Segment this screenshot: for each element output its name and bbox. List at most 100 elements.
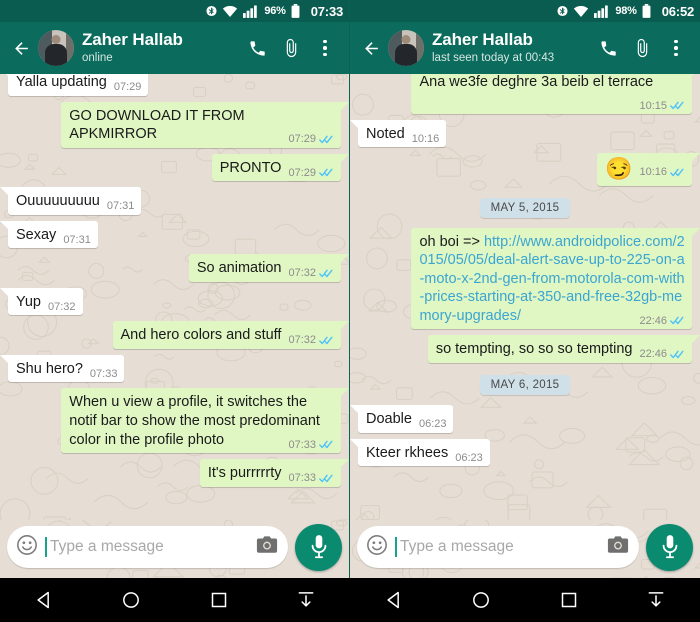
message-meta: 07:33 — [90, 367, 118, 381]
message-bubble[interactable]: Noted 10:16 — [350, 119, 447, 148]
message-row: Ouuuuuuuuu 07:31 — [0, 187, 341, 215]
message-bubble[interactable]: 😏 10:16 — [597, 153, 700, 186]
phone-screen-right: 98% 06:52 Zaher Hallab last seen today a… — [350, 0, 700, 578]
hide-keyboard-icon[interactable] — [636, 585, 676, 615]
message-row: Kteer rkhees 06:23 — [350, 438, 692, 467]
hide-keyboard-icon[interactable] — [286, 585, 326, 615]
date-divider-label: MAY 6, 2015 — [479, 375, 571, 395]
message-text: 😏 — [605, 156, 633, 182]
message-bubble[interactable]: And hero colors and stuff 07:32 — [112, 321, 349, 349]
message-input-bar[interactable]: Type a message — [7, 526, 288, 568]
message-text: PRONTO — [219, 159, 282, 176]
message-bubble[interactable]: Yup 07:32 — [0, 287, 83, 316]
message-bubble[interactable]: Doable 06:23 — [350, 405, 454, 433]
chat-message-area[interactable]: Ana we3fe deghre 3a beib el terrace 10:15… — [350, 74, 700, 520]
message-timestamp: 10:15 — [639, 99, 667, 112]
message-text: Ouuuuuuuuu — [16, 193, 100, 210]
contact-avatar[interactable] — [38, 30, 74, 66]
message-row: It's purrrrrty 07:33 — [8, 459, 349, 487]
read-receipt-icon — [670, 315, 685, 326]
status-bar-clock: 06:52 — [661, 3, 694, 19]
message-bubble[interactable]: Sexay 07:31 — [0, 220, 98, 249]
message-meta: 07:31 — [107, 199, 135, 213]
message-text: so tempting, so so so tempting — [435, 341, 633, 358]
message-meta: 06:23 — [455, 451, 483, 465]
message-bubble[interactable]: Shu hero? 07:33 — [0, 354, 125, 383]
microphone-icon[interactable] — [295, 523, 342, 571]
message-timestamp: 07:31 — [106, 200, 135, 213]
message-bubble[interactable]: Ouuuuuuuuu 07:31 — [0, 187, 142, 215]
chat-message-area[interactable]: Yalla updating 07:29 GO DOWNLOAD IT FROM … — [0, 74, 349, 520]
message-timestamp: 07:32 — [288, 267, 316, 280]
wifi-icon — [573, 5, 589, 18]
recents-nav-icon[interactable] — [199, 585, 239, 615]
message-input-placeholder[interactable]: Type a message — [400, 538, 600, 556]
text-cursor — [395, 537, 397, 557]
message-bubble[interactable]: When u view a profile, it switches the n… — [61, 388, 349, 454]
message-row: 😏 10:16 — [358, 153, 700, 186]
message-bubble[interactable]: so tempting, so so so tempting 22:46 — [427, 335, 700, 363]
home-nav-icon[interactable] — [461, 585, 501, 615]
message-bubble[interactable]: Ana we3fe deghre 3a beib el terrace 10:15 — [411, 74, 700, 114]
read-receipt-icon — [319, 439, 334, 450]
message-timestamp: 07:32 — [288, 334, 316, 347]
message-input-placeholder[interactable]: Type a message — [50, 538, 249, 556]
paperclip-icon[interactable] — [275, 28, 307, 68]
phone-call-icon[interactable] — [241, 28, 273, 68]
message-timestamp: 07:33 — [288, 438, 316, 451]
contact-presence-status: last seen today at 00:43 — [432, 51, 555, 64]
bluetooth-icon — [206, 4, 217, 18]
back-arrow-icon[interactable] — [6, 39, 36, 58]
overflow-menu-icon[interactable] — [309, 28, 341, 68]
signal-icon — [594, 5, 610, 18]
camera-icon[interactable] — [256, 535, 278, 559]
message-bubble[interactable]: oh boi => http://www.androidpolice.com/2… — [411, 227, 700, 330]
contact-info[interactable]: Zaher Hallab last seen today at 00:43 — [432, 30, 592, 65]
message-text: Ana we3fe deghre 3a beib el terrace — [419, 74, 654, 90]
message-text: Sexay — [16, 226, 57, 243]
message-composer: Type a message — [0, 520, 349, 578]
message-bubble[interactable]: GO DOWNLOAD IT FROM APKMIRROR 07:29 — [61, 101, 349, 148]
message-composer: Type a message — [350, 520, 700, 578]
recents-nav-icon[interactable] — [549, 585, 589, 615]
message-row: Yup 07:32 — [0, 287, 341, 316]
message-text: When u view a profile, it switches the n… — [69, 394, 320, 448]
message-row: So animation 07:32 — [8, 254, 349, 282]
message-row: Yalla updating 07:29 — [0, 74, 341, 96]
back-arrow-icon[interactable] — [356, 39, 386, 58]
message-input-bar[interactable]: Type a message — [357, 526, 639, 568]
message-bubble[interactable]: So animation 07:32 — [188, 254, 349, 282]
message-meta: 07:29 — [288, 132, 334, 146]
message-list: Ana we3fe deghre 3a beib el terrace 10:15… — [350, 74, 700, 472]
phone-call-icon[interactable] — [592, 28, 624, 68]
message-row: so tempting, so so so tempting 22:46 — [358, 335, 700, 363]
message-bubble[interactable]: PRONTO 07:29 — [211, 153, 349, 182]
overflow-menu-icon[interactable] — [660, 28, 692, 68]
camera-icon[interactable] — [607, 535, 629, 559]
message-bubble[interactable]: Kteer rkhees 06:23 — [350, 438, 490, 467]
paperclip-icon[interactable] — [626, 28, 658, 68]
back-nav-icon[interactable] — [374, 585, 414, 615]
message-row: oh boi => http://www.androidpolice.com/2… — [358, 227, 700, 330]
message-timestamp: 07:32 — [48, 300, 76, 313]
message-timestamp: 06:23 — [418, 418, 447, 430]
message-row: Ana we3fe deghre 3a beib el terrace 10:15 — [358, 74, 700, 114]
back-nav-icon[interactable] — [24, 585, 64, 615]
microphone-icon[interactable] — [646, 523, 693, 571]
home-nav-icon[interactable] — [111, 585, 151, 615]
message-text: Doable — [366, 411, 412, 427]
message-bubble[interactable]: Yalla updating 07:29 — [0, 74, 149, 96]
message-meta: 07:33 — [288, 471, 334, 485]
emoji-smiley-icon[interactable] — [366, 534, 388, 561]
date-divider: MAY 5, 2015 — [358, 197, 692, 218]
message-bubble[interactable]: It's purrrrrty 07:33 — [199, 459, 349, 487]
contact-info[interactable]: Zaher Hallab online — [82, 30, 241, 65]
battery-icon — [291, 4, 300, 18]
battery-percent-label: 96% — [264, 5, 286, 17]
emoji-smiley-icon[interactable] — [16, 534, 38, 561]
contact-avatar[interactable] — [388, 30, 424, 66]
message-meta: 07:29 — [114, 80, 142, 94]
dual-screenshot-container: 96% 07:33 Zaher Hallab online Yalla upda… — [0, 0, 700, 578]
message-timestamp: 07:29 — [113, 81, 142, 93]
battery-percent-label: 98% — [615, 5, 637, 17]
